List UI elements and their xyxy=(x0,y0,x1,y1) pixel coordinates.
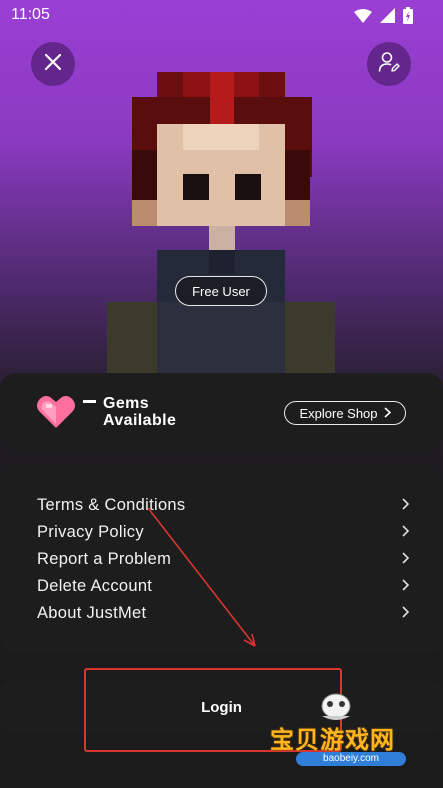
watermark-text: 宝贝游戏网 xyxy=(270,727,395,754)
watermark-url: baobeiy.com xyxy=(296,752,406,766)
watermark: 宝贝游戏网 baobeiy.com xyxy=(268,690,443,788)
